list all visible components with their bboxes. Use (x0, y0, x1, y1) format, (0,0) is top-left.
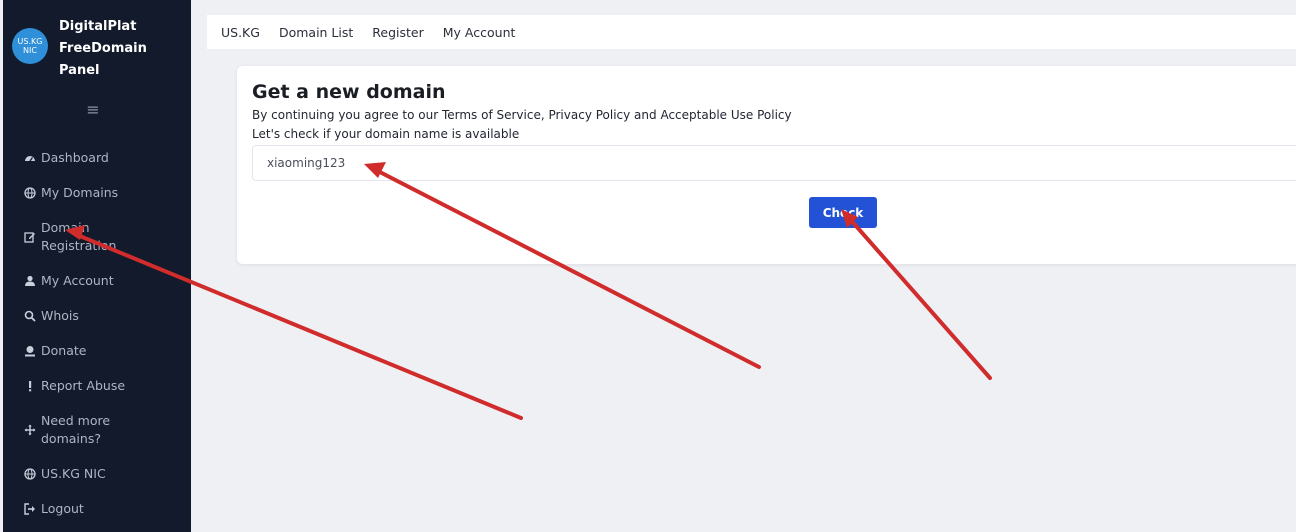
sidebar-item-label: My Account (41, 272, 114, 288)
sidebar-item-logout[interactable]: Logout (3, 491, 191, 526)
globe-icon (23, 467, 37, 481)
domain-name-input[interactable] (252, 145, 1296, 181)
sidebar-item-label: Report Abuse (41, 377, 126, 393)
brand-logo-line1: US.KG (17, 37, 43, 46)
app-window: US.KG NIC DigitalPlat FreeDomain Panel ≡… (0, 0, 1296, 532)
sidebar-item-my-account[interactable]: My Account (3, 263, 191, 298)
search-icon (23, 309, 37, 323)
sidebar-item-label-line2: domains? (41, 430, 101, 446)
nav-link-uskg[interactable]: US.KG (221, 25, 260, 40)
sidebar-item-label-line1: Domain (41, 219, 90, 235)
sidebar-item-label: Whois (41, 307, 79, 323)
sidebar-item-uskg-nic[interactable]: US.KG NIC (3, 456, 191, 491)
sidebar-item-label: My Domains (41, 184, 119, 200)
logout-icon (23, 502, 37, 516)
sidebar-item-domain-registration[interactable]: Domain Registration (3, 210, 191, 263)
brand-title-line3: Panel (59, 63, 100, 78)
sidebar-item-label: US.KG NIC (41, 465, 106, 481)
check-button[interactable]: Check (809, 197, 877, 228)
sidebar-item-label: Dashboard (41, 149, 109, 165)
brand-title-line2: FreeDomain (59, 41, 147, 56)
availability-text: Let's check if your domain name is avail… (252, 127, 520, 141)
sidebar-nav: Dashboard My Domains Domain Registration (3, 140, 191, 526)
brand-logo: US.KG NIC (12, 28, 48, 64)
sidebar-item-whois[interactable]: Whois (3, 298, 191, 333)
sidebar-item-label: Need more domains? (41, 412, 110, 448)
terms-text: By continuing you agree to our Terms of … (252, 108, 792, 122)
brand-title: DigitalPlat FreeDomain Panel (59, 16, 187, 82)
domain-registration-card: Get a new domain By continuing you agree… (237, 66, 1296, 264)
sidebar-item-label: Domain Registration (41, 219, 116, 255)
sidebar-item-dashboard[interactable]: Dashboard (3, 140, 191, 175)
sidebar-item-my-domains[interactable]: My Domains (3, 175, 191, 210)
move-icon (23, 423, 37, 437)
brand-title-line1: DigitalPlat (59, 19, 137, 34)
nav-link-my-account[interactable]: My Account (443, 25, 516, 40)
nav-link-domain-list[interactable]: Domain List (279, 25, 353, 40)
exclamation-icon (23, 379, 37, 393)
page-title: Get a new domain (252, 81, 446, 103)
edit-icon (23, 230, 37, 244)
sidebar-item-label: Donate (41, 342, 87, 358)
brand[interactable]: US.KG NIC DigitalPlat FreeDomain Panel (9, 14, 189, 84)
donate-icon (23, 344, 37, 358)
menu-toggle-icon[interactable]: ≡ (83, 100, 103, 120)
sidebar-item-label: Logout (41, 500, 84, 516)
top-navbar: US.KG Domain List Register My Account (207, 15, 1296, 49)
globe-icon (23, 186, 37, 200)
dashboard-icon (23, 151, 37, 165)
sidebar: US.KG NIC DigitalPlat FreeDomain Panel ≡… (3, 0, 191, 532)
nav-link-register[interactable]: Register (372, 25, 423, 40)
user-icon (23, 274, 37, 288)
sidebar-item-report-abuse[interactable]: Report Abuse (3, 368, 191, 403)
sidebar-item-donate[interactable]: Donate (3, 333, 191, 368)
brand-logo-line2: NIC (23, 46, 37, 55)
sidebar-item-need-more-domains[interactable]: Need more domains? (3, 403, 191, 456)
sidebar-item-label-line2: Registration (41, 237, 117, 253)
sidebar-item-label-line1: Need more (41, 412, 111, 428)
